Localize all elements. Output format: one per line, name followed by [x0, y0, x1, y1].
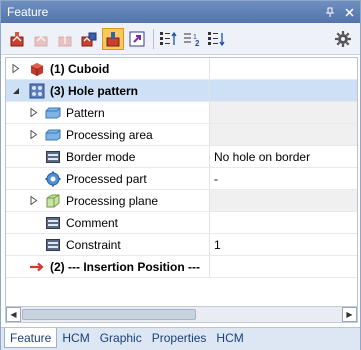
tree-row-insertion-position[interactable]: (2) --- Insertion Position ---	[6, 256, 357, 278]
tree-row-pattern[interactable]: Pattern	[6, 102, 357, 124]
tree-row-label: Border mode	[66, 149, 136, 164]
cuboid-icon	[28, 60, 46, 78]
processing-area-icon	[44, 126, 62, 144]
tab-hcm-2[interactable]: HCM	[211, 328, 248, 348]
gear-icon[interactable]	[332, 28, 354, 50]
pin-icon[interactable]	[322, 4, 338, 20]
tree-row-value	[209, 190, 357, 211]
tree-row-label: Processing area	[66, 127, 153, 142]
tree-row-label: Comment	[66, 215, 119, 230]
tree-row-label: Processing plane	[66, 193, 159, 208]
tree-row-label: (1) Cuboid	[50, 61, 110, 76]
horizontal-scrollbar[interactable]: ◀ ▶	[5, 306, 358, 323]
tree-row-processing-area[interactable]: Processing area	[6, 124, 357, 146]
tree-row-value[interactable]	[209, 212, 357, 233]
tab-hcm[interactable]: HCM	[57, 328, 94, 348]
tree-row-label: Constraint	[66, 237, 121, 252]
expand-collapsed-icon[interactable]	[28, 195, 40, 207]
processed-part-icon	[44, 170, 62, 188]
tree-row-value	[209, 80, 357, 101]
tree-row-cuboid[interactable]: (1) Cuboid	[6, 58, 357, 80]
processing-plane-icon	[44, 192, 62, 210]
field-icon	[44, 214, 62, 232]
scroll-thumb[interactable]	[22, 309, 196, 320]
scroll-left-icon[interactable]: ◀	[6, 307, 21, 322]
tab-feature[interactable]: Feature	[4, 328, 58, 348]
tree-row-value	[209, 102, 357, 123]
field-icon	[44, 148, 62, 166]
tree-row-processed-part[interactable]: Processed part -	[6, 168, 357, 190]
insertion-arrow-icon	[28, 258, 46, 276]
feature-recalc-disabled-icon	[30, 28, 52, 50]
tree-row-label: Processed part	[66, 171, 147, 186]
expand-collapsed-icon[interactable]	[28, 107, 40, 119]
tree-row-value[interactable]: 1	[209, 234, 357, 255]
close-icon[interactable]	[341, 4, 357, 20]
tree-row-comment[interactable]: Comment	[6, 212, 357, 234]
feature-recalc-icon[interactable]	[6, 28, 28, 50]
feature-active-icon[interactable]	[102, 27, 124, 50]
expand-collapsed-icon[interactable]	[10, 63, 22, 75]
feature-tree: (1) Cuboid (3) Hole pattern Pattern Proc…	[5, 57, 358, 321]
sort-up-icon[interactable]	[157, 28, 179, 50]
panel-title: Feature	[7, 5, 49, 19]
tree-row-border-mode[interactable]: Border mode No hole on border	[6, 146, 357, 168]
scroll-right-icon[interactable]: ▶	[342, 307, 357, 322]
panel-titlebar: Feature	[1, 1, 360, 23]
tab-properties[interactable]: Properties	[147, 328, 212, 348]
tree-row-constraint[interactable]: Constraint 1	[6, 234, 357, 256]
feature-panel: Feature 12 (1) Cuboid (3) Hole pattern P…	[0, 0, 361, 350]
pattern-icon	[44, 104, 62, 122]
tree-row-value	[209, 256, 357, 277]
tree-row-value	[209, 58, 357, 79]
tree-row-value[interactable]: -	[209, 168, 357, 189]
expand-collapsed-icon[interactable]	[28, 129, 40, 141]
tree-row-value[interactable]: No hole on border	[209, 146, 357, 167]
tree-row-processing-plane[interactable]: Processing plane	[6, 190, 357, 212]
sort-down-icon[interactable]	[205, 28, 227, 50]
svg-text:2: 2	[195, 39, 200, 48]
tree-row-label: (2) --- Insertion Position ---	[50, 259, 200, 274]
toolbar-separator	[153, 28, 154, 49]
tree-row-label: (3) Hole pattern	[50, 83, 139, 98]
tree-row-value	[209, 124, 357, 145]
feature-toolbar: 12	[1, 23, 360, 55]
tab-graphic[interactable]: Graphic	[95, 328, 147, 348]
tree-row-label: Pattern	[66, 105, 105, 120]
field-icon	[44, 236, 62, 254]
tree-row-hole-pattern[interactable]: (3) Hole pattern	[6, 80, 357, 102]
sort-numbered-icon[interactable]: 12	[181, 28, 203, 50]
hole-pattern-icon	[28, 82, 46, 100]
goto-arrow-icon[interactable]	[126, 28, 148, 50]
feature-recalc-all-icon[interactable]	[78, 28, 100, 50]
expand-expanded-icon[interactable]	[10, 85, 22, 97]
feature-recalc-disabled-icon	[54, 28, 76, 50]
panel-tabs: Feature HCM Graphic Properties HCM	[1, 327, 360, 350]
